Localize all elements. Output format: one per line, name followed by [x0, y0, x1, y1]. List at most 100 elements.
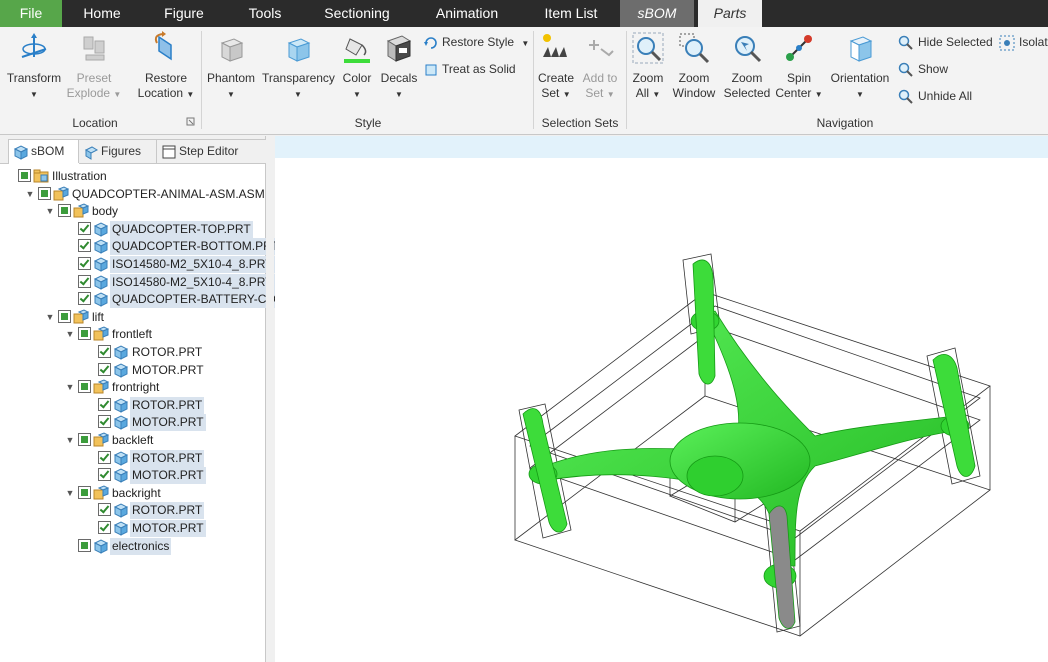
create-set-label: Set: [541, 86, 560, 100]
phantom-button[interactable]: Phantom ▼: [204, 31, 258, 102]
tree-row[interactable]: MOTOR.PRT: [0, 520, 265, 537]
menu-tab-file[interactable]: File: [0, 0, 62, 27]
restore-style-button[interactable]: Restore Style ▼: [424, 33, 529, 51]
restore-location-button[interactable]: Restore Location ▼: [134, 31, 198, 102]
tree-row[interactable]: QUADCOPTER-TOP.PRT: [0, 220, 265, 238]
visibility-checkbox[interactable]: [58, 309, 71, 323]
tree-row[interactable]: ISO14580-M2_5X10-4_8.PRT: [0, 273, 275, 291]
chevron-down-icon: ▼: [395, 90, 403, 99]
visibility-checkbox[interactable]: [98, 345, 111, 358]
style-group-label: Style: [354, 116, 382, 130]
show-button[interactable]: Show: [898, 60, 948, 78]
tab-step-editor[interactable]: Step Editor: [156, 139, 268, 163]
expand-toggle-icon[interactable]: ▼: [24, 186, 36, 203]
hide-selected-button[interactable]: Hide Selected: [898, 33, 993, 51]
tree-row[interactable]: ROTOR.PRT: [0, 344, 265, 361]
spin-center-button[interactable]: Spin Center ▼: [774, 31, 824, 102]
transparency-button[interactable]: Transparency ▼: [262, 31, 335, 102]
tab-figures[interactable]: Figures: [78, 139, 164, 163]
ribbon-separator: [533, 31, 534, 129]
visibility-checkbox[interactable]: [98, 521, 111, 534]
tree-row[interactable]: QUADCOPTER-BATTERY-COVE: [0, 291, 294, 309]
tree-item-label: ROTOR.PRT: [130, 449, 205, 467]
tab-sbom[interactable]: sBOM: [8, 139, 80, 164]
menu-tab-animation[interactable]: Animation: [422, 0, 512, 27]
tree-row[interactable]: MOTOR.PRT: [0, 467, 265, 485]
menu-tab-tools[interactable]: Tools: [236, 0, 294, 27]
visibility-checkbox[interactable]: [18, 169, 31, 182]
visibility-checkbox[interactable]: [98, 503, 111, 517]
visibility-checkbox[interactable]: [98, 362, 111, 376]
tree-row[interactable]: ▼ backright: [0, 485, 265, 502]
tree-row[interactable]: ROTOR.PRT: [0, 449, 265, 467]
visibility-checkbox[interactable]: [78, 274, 91, 288]
visibility-checkbox[interactable]: [38, 186, 51, 200]
visibility-checkbox[interactable]: [78, 257, 91, 270]
visibility-checkbox[interactable]: [78, 538, 91, 552]
color-button[interactable]: Color ▼: [338, 31, 376, 102]
tree-row[interactable]: ▼ QUADCOPTER-ANIMAL-ASM.ASM: [0, 186, 265, 203]
tree-row[interactable]: MOTOR.PRT: [0, 414, 265, 432]
expand-toggle-icon[interactable]: ▼: [44, 203, 56, 220]
menu-tab-home[interactable]: Home: [72, 0, 132, 27]
treat-as-solid-button[interactable]: Treat as Solid: [424, 60, 516, 78]
visibility-checkbox[interactable]: [78, 327, 91, 341]
tree-row[interactable]: ▼ frontright: [0, 379, 265, 396]
tree-row[interactable]: ROTOR.PRT: [0, 502, 265, 520]
visibility-checkbox[interactable]: [78, 292, 91, 306]
tree-item-label: backright: [112, 485, 161, 500]
visibility-checkbox[interactable]: [78, 433, 91, 446]
preset-explode-button[interactable]: Preset Explode ▼: [66, 31, 122, 102]
zoom-selected-label-1: Zoom: [731, 71, 763, 85]
tree-row[interactable]: ▼ body: [0, 203, 265, 220]
visibility-checkbox[interactable]: [78, 239, 91, 253]
visibility-checkbox[interactable]: [78, 380, 91, 394]
chevron-down-icon: ▼: [521, 39, 530, 48]
panel-splitter[interactable]: [266, 136, 274, 662]
visibility-checkbox[interactable]: [58, 204, 71, 218]
unhide-all-button[interactable]: Unhide All: [898, 87, 972, 105]
zoom-selected-button[interactable]: Zoom Selected: [722, 31, 772, 101]
visibility-checkbox[interactable]: [98, 397, 111, 411]
menu-tab-figure[interactable]: Figure: [152, 0, 216, 27]
tree-row[interactable]: ▼ frontleft: [0, 326, 265, 343]
create-set-button[interactable]: Create Set ▼: [536, 31, 576, 102]
orientation-button[interactable]: Orientation ▼: [826, 31, 894, 102]
decals-button[interactable]: Decals ▼: [378, 31, 420, 102]
zoom-window-button[interactable]: Zoom Window: [670, 31, 718, 101]
phantom-cube-icon: [220, 38, 244, 62]
expand-toggle-icon[interactable]: ▼: [64, 326, 76, 343]
tab-sbom-label: sBOM: [31, 144, 65, 158]
expand-toggle-icon[interactable]: ▼: [44, 309, 56, 326]
menu-tab-item-list[interactable]: Item List: [532, 0, 610, 27]
tree-row[interactable]: ISO14580-M2_5X10-4_8.PRT: [0, 256, 275, 273]
tree-row[interactable]: Illustration: [0, 168, 265, 185]
visibility-checkbox[interactable]: [78, 221, 91, 235]
tree-row[interactable]: ROTOR.PRT: [0, 396, 265, 414]
tree-row[interactable]: ▼ backleft: [0, 432, 265, 449]
assembly-icon: [73, 309, 89, 324]
dialog-launcher-icon[interactable]: [186, 117, 196, 127]
tree-row[interactable]: electronics: [0, 537, 265, 555]
zoom-all-button[interactable]: Zoom All ▼: [628, 31, 668, 102]
add-to-set-button[interactable]: Add to Set ▼: [578, 31, 622, 102]
visibility-checkbox[interactable]: [98, 450, 111, 464]
visibility-checkbox[interactable]: [98, 468, 111, 482]
isolate-button[interactable]: Isolat: [999, 33, 1048, 51]
visibility-checkbox[interactable]: [78, 485, 91, 499]
menu-tab-parts[interactable]: Parts: [698, 0, 762, 27]
panel-tab-strip: sBOM Figures Step Editor: [0, 136, 268, 164]
menu-tab-sectioning[interactable]: Sectioning: [312, 0, 402, 27]
3d-viewport[interactable]: [275, 136, 1048, 662]
expand-toggle-icon[interactable]: ▼: [64, 432, 76, 449]
menu-tab-sbom[interactable]: sBOM: [620, 0, 694, 27]
expand-toggle-icon[interactable]: ▼: [64, 379, 76, 396]
quadcopter-model[interactable]: [275, 136, 1048, 662]
chevron-down-icon: ▼: [814, 90, 823, 99]
tree-row[interactable]: ▼ lift: [0, 309, 265, 326]
tree-row[interactable]: MOTOR.PRT: [0, 362, 265, 379]
tree-row[interactable]: QUADCOPTER-BOTTOM.PRT: [0, 238, 281, 256]
transform-button[interactable]: Transform ▼: [4, 31, 64, 102]
expand-toggle-icon[interactable]: ▼: [64, 485, 76, 502]
visibility-checkbox[interactable]: [98, 415, 111, 429]
